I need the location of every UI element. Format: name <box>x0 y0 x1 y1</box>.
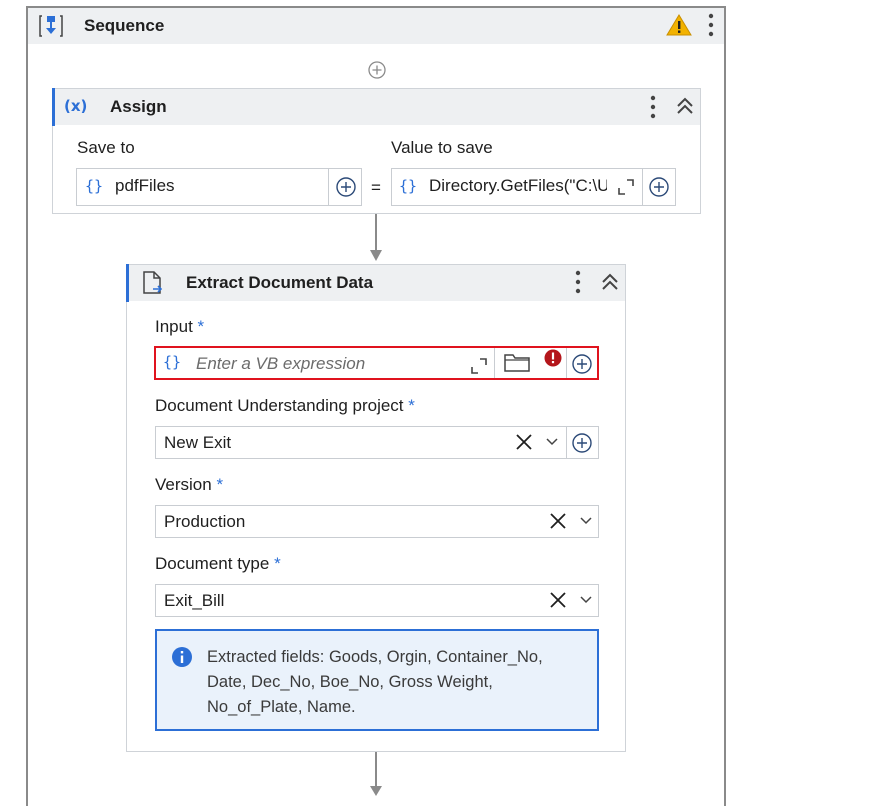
required-marker: * <box>197 317 205 336</box>
sequence-title: Sequence <box>84 16 165 35</box>
input-label: Input * <box>155 317 204 337</box>
clear-icon[interactable] <box>549 512 567 530</box>
clear-icon[interactable] <box>549 591 567 609</box>
doctype-label: Document type * <box>155 554 281 574</box>
version-label-text: Version <box>155 475 212 494</box>
info-line: Extracted fields: Goods, Orgin, Containe… <box>207 648 543 666</box>
required-marker: * <box>408 396 415 415</box>
assign-accent-bar <box>52 88 55 126</box>
save-to-label: Save to <box>77 138 135 157</box>
doctype-label-text: Document type <box>155 554 270 573</box>
field-divider <box>494 348 495 378</box>
sequence-icon <box>38 13 64 39</box>
project-label: Document Understanding project * <box>155 396 415 416</box>
project-plus-icon[interactable] <box>571 432 593 454</box>
value-clip: Directory.GetFiles("C:\U <box>429 176 607 196</box>
field-divider <box>642 169 643 205</box>
extract-collapse-icon[interactable] <box>600 272 620 292</box>
expand-icon[interactable] <box>469 356 489 376</box>
required-marker: * <box>274 554 281 573</box>
extract-document-icon <box>141 270 165 296</box>
connector-arrow <box>366 752 386 796</box>
doctype-value[interactable]: Exit_Bill <box>164 591 224 611</box>
info-icon <box>171 646 193 668</box>
field-divider <box>566 348 567 378</box>
input-label-text: Input <box>155 317 193 336</box>
field-divider <box>328 169 329 205</box>
add-activity-icon[interactable] <box>367 60 387 80</box>
folder-icon[interactable] <box>503 351 531 373</box>
value-to-save-value[interactable]: Directory.GetFiles("C:\U <box>429 176 607 195</box>
extract-more-icon[interactable] <box>571 269 585 295</box>
assign-collapse-icon[interactable] <box>675 96 695 116</box>
clear-icon[interactable] <box>515 433 533 451</box>
assign-icon: (x) <box>64 97 88 115</box>
expand-icon[interactable] <box>616 177 636 197</box>
chevron-down-icon[interactable] <box>545 436 559 448</box>
connector-arrow <box>366 214 386 264</box>
assign-title: Assign <box>110 97 167 116</box>
expression-braces-icon: {} <box>85 177 104 195</box>
sequence-more-icon[interactable] <box>704 12 718 38</box>
required-marker: * <box>216 475 224 494</box>
extract-accent-bar <box>126 264 129 302</box>
info-line: Date, Dec_No, Boe_No, Gross Weight, <box>207 673 493 691</box>
project-label-text: Document Understanding project <box>155 396 404 415</box>
warning-icon[interactable] <box>666 13 692 37</box>
version-label: Version * <box>155 475 223 495</box>
version-value[interactable]: Production <box>164 512 245 532</box>
value-to-save-label: Value to save <box>391 138 493 157</box>
field-divider <box>566 427 567 458</box>
error-icon[interactable] <box>543 348 563 368</box>
project-value[interactable]: New Exit <box>164 433 231 453</box>
info-line: No_of_Plate, Name. <box>207 698 356 716</box>
equals-sign: = <box>371 178 381 197</box>
info-text: Extracted fields: Goods, Orgin, Containe… <box>207 645 592 720</box>
chevron-down-icon[interactable] <box>579 594 593 606</box>
input-plus-icon[interactable] <box>571 353 593 375</box>
expression-braces-icon: {} <box>399 177 418 195</box>
value-plus-icon[interactable] <box>648 176 670 198</box>
chevron-down-icon[interactable] <box>579 515 593 527</box>
assign-more-icon[interactable] <box>646 94 660 120</box>
save-to-value[interactable]: pdfFiles <box>115 176 175 196</box>
extract-title: Extract Document Data <box>186 273 374 292</box>
input-placeholder[interactable]: Enter a VB expression <box>196 354 365 374</box>
save-to-plus-icon[interactable] <box>335 176 357 198</box>
expression-braces-icon: {} <box>163 353 182 371</box>
